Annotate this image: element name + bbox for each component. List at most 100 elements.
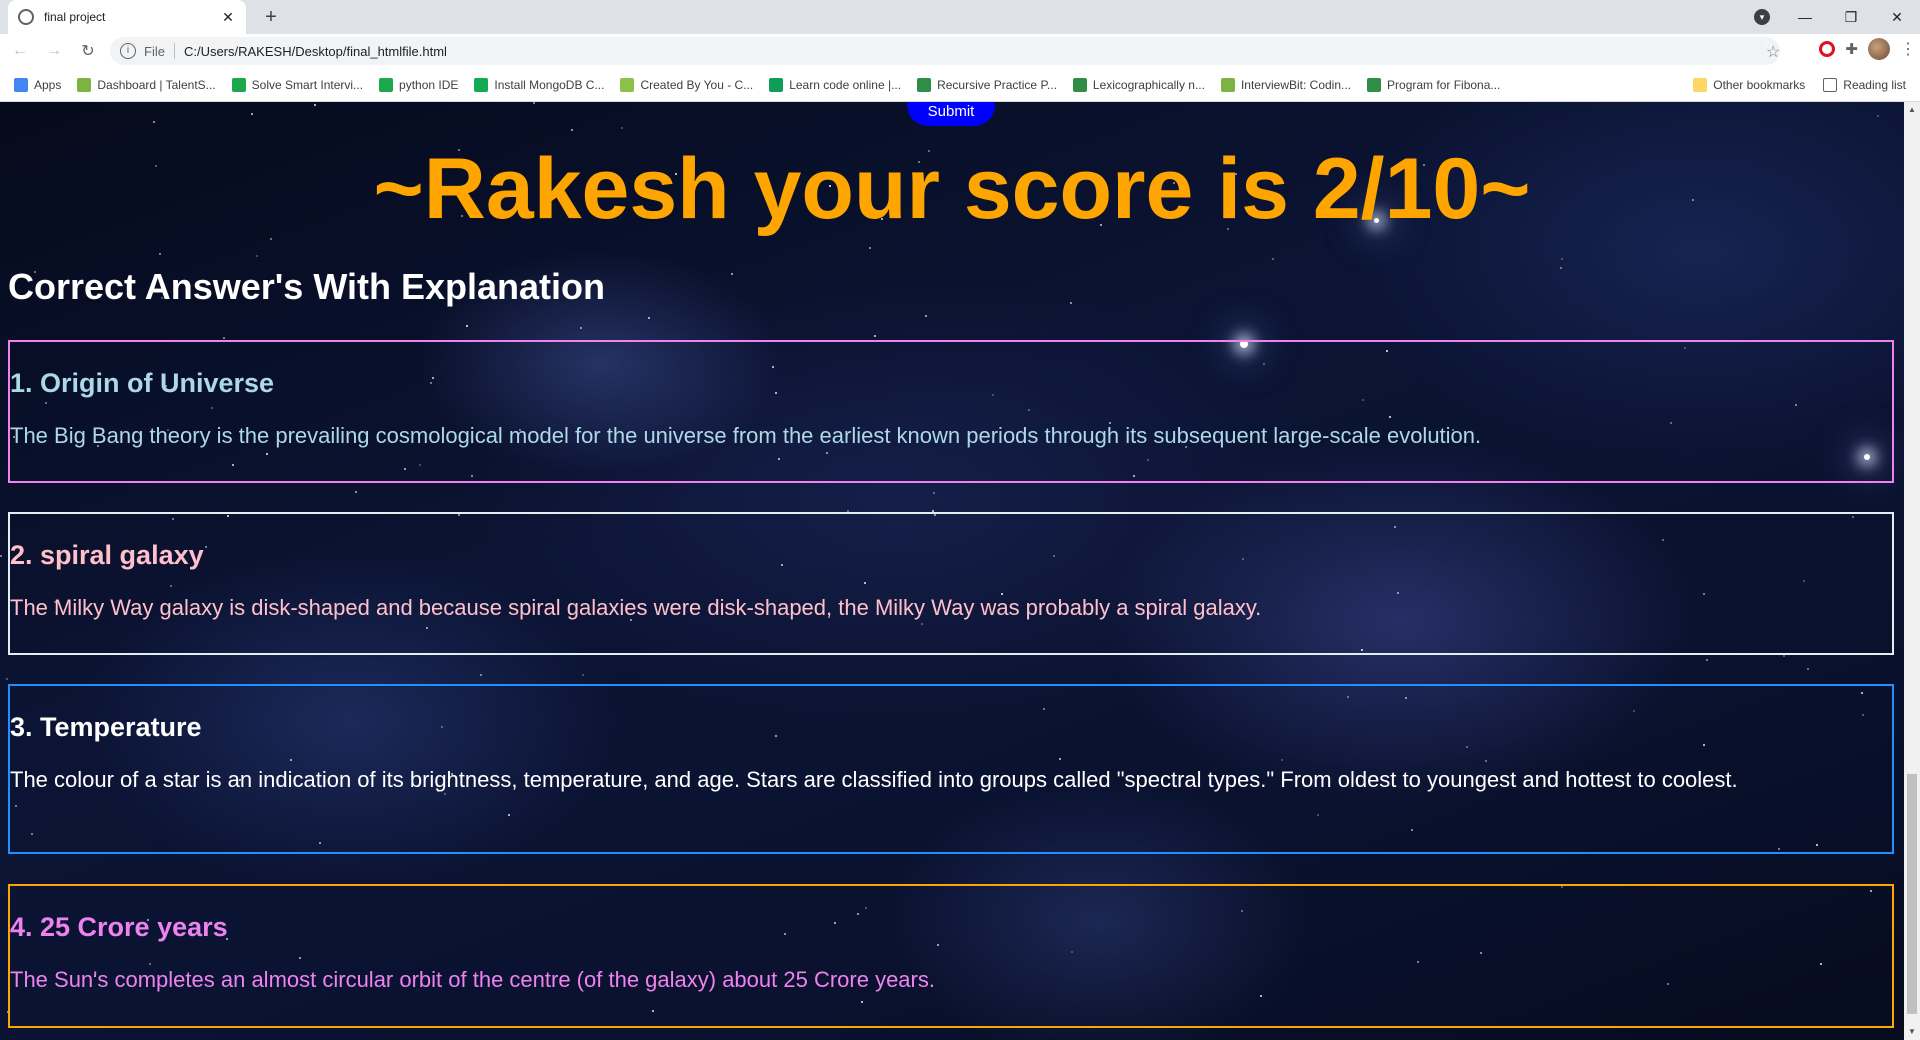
background-star xyxy=(621,127,623,129)
bookmark-item[interactable]: Dashboard | TalentS... xyxy=(77,77,216,92)
bookmarks-right: Other bookmarks Reading list xyxy=(1693,68,1906,102)
answer-card-3: 3. Temperature The colour of a star is a… xyxy=(8,684,1894,854)
extensions-puzzle-icon[interactable]: ✚ xyxy=(1845,40,1858,58)
background-star xyxy=(648,317,650,319)
close-window-icon[interactable]: ✕ xyxy=(1874,9,1920,26)
gfg-icon xyxy=(1367,77,1382,92)
url-text[interactable]: C:/Users/RAKESH/Desktop/final_htmlfile.h… xyxy=(184,44,447,59)
apps-grid-icon xyxy=(14,77,28,92)
answer-card-1: 1. Origin of Universe The Big Bang theor… xyxy=(8,340,1894,483)
background-star xyxy=(466,325,468,327)
bookmark-item[interactable]: InterviewBit: Codin... xyxy=(1220,77,1352,92)
new-tab-button[interactable]: + xyxy=(258,4,284,30)
page-viewport: Submit ~Rakesh your score is 2/10~ Corre… xyxy=(0,102,1920,1040)
background-star xyxy=(6,678,8,680)
bookmark-label: Learn code online |... xyxy=(789,77,902,92)
forward-icon[interactable]: → xyxy=(40,42,68,60)
background-star xyxy=(731,273,733,275)
bookmarks-bar: Apps Dashboard | TalentS... Solve Smart In… xyxy=(0,68,1920,102)
info-icon[interactable]: i xyxy=(120,43,136,59)
bookmark-label: Created By You - C... xyxy=(640,77,754,92)
opera-extension-icon[interactable] xyxy=(1819,41,1836,57)
window-controls: — ❐ ✕ xyxy=(1782,0,1920,34)
bookmark-label: Solve Smart Intervi... xyxy=(251,77,364,92)
answer-explanation: The Milky Way galaxy is disk-shaped and … xyxy=(10,595,1262,620)
gfg-icon xyxy=(917,77,932,92)
background-star xyxy=(223,337,225,339)
bookmark-label: Program for Fibona... xyxy=(1387,77,1501,92)
browser-toolbar: ← → ↻ i File C:/Users/RAKESH/Desktop/fin… xyxy=(0,34,1920,68)
minimize-icon[interactable]: — xyxy=(1782,9,1828,25)
interviewbit-icon xyxy=(1220,77,1235,92)
vertical-scrollbar[interactable]: ▲ ▼ xyxy=(1904,102,1920,1040)
background-star xyxy=(571,129,573,131)
answer-card-4: 4. 25 Crore years The Sun's completes an… xyxy=(8,884,1894,1028)
answer-card-2: 2. spiral galaxy The Milky Way galaxy is… xyxy=(8,512,1894,655)
scroll-down-arrow-icon[interactable]: ▼ xyxy=(1904,1024,1920,1040)
bookmark-item[interactable]: python IDE xyxy=(379,77,459,92)
background-star xyxy=(251,113,253,115)
answer-explanation: The Big Bang theory is the prevailing co… xyxy=(10,423,1482,448)
play-icon xyxy=(769,77,784,92)
background-star xyxy=(0,555,2,557)
background-star xyxy=(153,121,155,123)
background-star xyxy=(1783,655,1785,657)
submit-button[interactable]: Submit xyxy=(907,102,995,126)
background-star xyxy=(480,674,482,676)
background-star xyxy=(159,253,161,255)
menu-kebab-icon[interactable]: ⋮ xyxy=(1900,39,1916,59)
globe-icon xyxy=(18,9,34,25)
restore-icon[interactable]: ❐ xyxy=(1828,9,1874,26)
background-star xyxy=(355,491,357,493)
tab-search-icon[interactable]: ▾ xyxy=(1754,9,1770,25)
bookmark-label: Dashboard | TalentS... xyxy=(97,77,216,92)
bookmark-label: InterviewBit: Codin... xyxy=(1240,77,1352,92)
other-bookmarks-label: Other bookmarks xyxy=(1713,78,1806,92)
gfg-icon xyxy=(1072,77,1087,92)
bookmark-item[interactable]: Created By You - C... xyxy=(620,77,754,92)
background-star xyxy=(1560,267,1562,269)
bookmark-item[interactable]: Apps xyxy=(14,77,61,92)
tab-title: final project xyxy=(44,10,106,24)
background-star xyxy=(314,104,316,106)
background-star xyxy=(1877,115,1879,117)
answer-title: 4. 25 Crore years xyxy=(10,912,228,942)
python-ide-icon xyxy=(379,77,394,92)
section-heading: Correct Answer's With Explanation xyxy=(8,266,606,307)
background-star xyxy=(582,674,584,676)
bookmark-item[interactable]: Program for Fibona... xyxy=(1367,77,1501,92)
bookmark-item[interactable]: Lexicographically n... xyxy=(1072,77,1205,92)
scrollbar-thumb[interactable] xyxy=(1907,774,1917,1014)
bookmark-item[interactable]: Solve Smart Intervi... xyxy=(231,77,364,92)
bookmark-label: python IDE xyxy=(399,77,459,92)
folder-icon xyxy=(1693,78,1708,92)
scroll-up-arrow-icon[interactable]: ▲ xyxy=(1904,102,1920,118)
bookmark-item[interactable]: Learn code online |... xyxy=(769,77,902,92)
other-bookmarks[interactable]: Other bookmarks xyxy=(1693,78,1805,92)
close-tab-icon[interactable]: ✕ xyxy=(220,9,236,26)
profile-avatar[interactable] xyxy=(1868,38,1890,60)
bookmark-item[interactable]: Install MongoDB C... xyxy=(474,77,605,92)
address-bar[interactable]: i File C:/Users/RAKESH/Desktop/final_htm… xyxy=(110,37,1780,65)
background-star xyxy=(1561,258,1563,260)
background-star xyxy=(256,255,258,257)
bookmark-star-icon[interactable]: ☆ xyxy=(1766,42,1780,61)
back-icon[interactable]: ← xyxy=(6,42,34,60)
bookmark-label: Lexicographically n... xyxy=(1092,77,1205,92)
background-star xyxy=(1070,302,1072,304)
bookmark-label: Install MongoDB C... xyxy=(494,77,605,92)
reload-icon[interactable]: ↻ xyxy=(74,41,102,61)
reading-list[interactable]: Reading list xyxy=(1823,78,1906,92)
url-scheme: File xyxy=(144,43,165,59)
url-divider xyxy=(173,43,175,59)
background-star xyxy=(1272,258,1274,260)
toolbar-actions: ✚ ⋮ xyxy=(1819,38,1916,60)
mongodb-icon xyxy=(474,77,489,92)
talent-icon xyxy=(77,77,92,92)
browser-tab[interactable]: final project ✕ xyxy=(8,0,246,34)
answer-title: 1. Origin of Universe xyxy=(10,368,275,398)
answer-explanation: The colour of a star is an indication of… xyxy=(10,767,1738,792)
bookmark-label: Recursive Practice P... xyxy=(937,77,1057,92)
background-star xyxy=(580,327,582,329)
bookmark-item[interactable]: Recursive Practice P... xyxy=(917,77,1057,92)
